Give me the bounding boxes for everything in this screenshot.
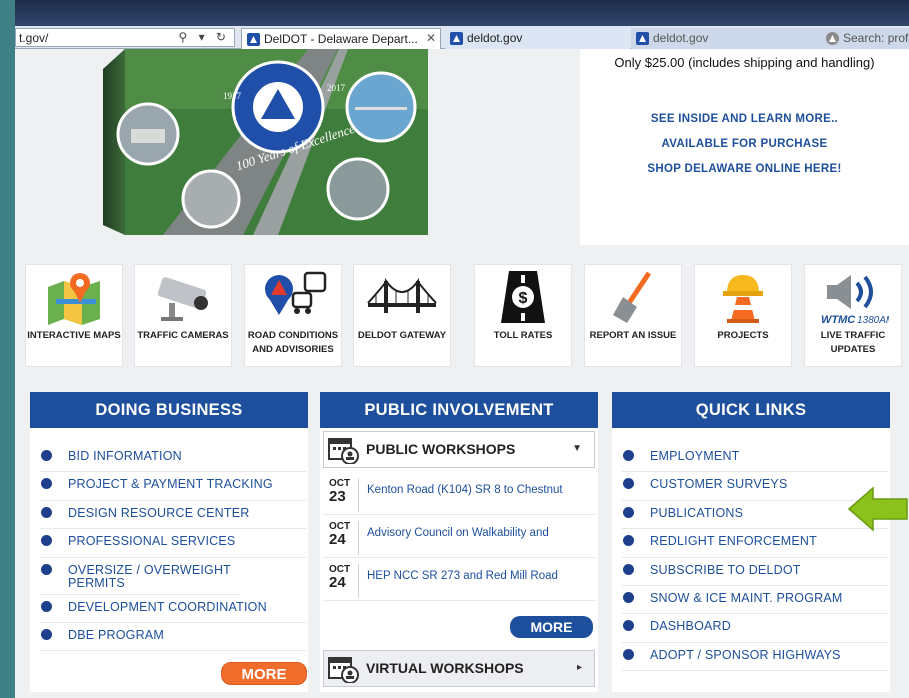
tab-search[interactable]: Search: professi [821, 28, 909, 49]
link-employment[interactable]: EMPLOYMENT [622, 444, 888, 473]
event-day: 24 [329, 574, 346, 591]
event-item[interactable]: OCT 24 HEP NCC SR 273 and Red Mill Road [323, 558, 595, 601]
tile-live-traffic-updates[interactable]: WTMC 1380AM LIVE TRAFFIC UPDATES [804, 264, 902, 367]
see-inside-link[interactable]: SEE INSIDE AND LEARN MORE.. [580, 113, 909, 125]
tab-deldot-3[interactable]: deldot.gov [631, 28, 821, 49]
quick-links-list: EMPLOYMENT CUSTOMER SURVEYS PUBLICATIONS… [622, 444, 888, 672]
link-redlight-enforcement[interactable]: REDLIGHT ENFORCEMENT [622, 529, 888, 558]
centennial-book-image[interactable]: 1917 2017 100 Years of Excellence [103, 49, 428, 235]
tile-label: PROJECTS [717, 330, 769, 341]
tab-title: deldot.gov [467, 31, 523, 45]
brand-1380am: 1380AM [857, 315, 889, 325]
browser-top-bar [15, 0, 909, 26]
price-text: Only $25.00 (includes shipping and handl… [614, 55, 875, 70]
event-date: OCT 24 [329, 521, 359, 555]
doing-business-heading: DOING BUSINESS [30, 392, 308, 428]
public-involvement-more-button[interactable]: MORE [510, 616, 593, 638]
link-dbe-program[interactable]: DBE PROGRAM [40, 623, 306, 652]
tile-toll-rates[interactable]: $ TOLL RATES [474, 264, 572, 367]
chevron-right-icon: ▸ [576, 662, 582, 673]
event-date: OCT 24 [329, 564, 359, 598]
link-bid-information[interactable]: BID INFORMATION [40, 444, 306, 473]
link-professional-services[interactable]: PROFESSIONAL SERVICES [40, 529, 306, 558]
tile-traffic-cameras[interactable]: TRAFFIC CAMERAS [134, 264, 232, 367]
link-subscribe-to-deldot[interactable]: SUBSCRIBE TO DELDOT [622, 558, 888, 586]
link-oversize-overweight-permits[interactable]: OVERSIZE / OVERWEIGHT PERMITS [40, 558, 240, 595]
event-title[interactable]: HEP NCC SR 273 and Red Mill Road [367, 570, 593, 582]
tile-road-conditions[interactable]: ROAD CONDITIONS AND ADVISORIES [244, 264, 342, 367]
tab-deldot-2[interactable]: deldot.gov [445, 28, 630, 49]
deldot-favicon-icon [247, 33, 260, 46]
tile-deldot-gateway[interactable]: DELDOT GATEWAY [353, 264, 451, 367]
doing-business-panel: DOING BUSINESS BID INFORMATION PROJECT &… [30, 392, 308, 692]
close-tab-icon[interactable]: ✕ [426, 31, 436, 45]
deldot-favicon-icon [636, 32, 649, 45]
bridge-icon [367, 277, 437, 313]
tab-deldot-active[interactable]: DelDOT - Delaware Depart... ✕ [241, 28, 441, 49]
doing-business-more-button[interactable]: MORE [221, 662, 307, 685]
event-item[interactable]: OCT 24 Advisory Council on Walkability a… [323, 515, 595, 558]
link-snow-ice-maint-program[interactable]: SNOW & ICE MAINT. PROGRAM [622, 586, 888, 615]
tile-label: REPORT AN ISSUE [589, 330, 677, 341]
event-day: 24 [329, 531, 346, 548]
tab-bar: t.gov/ ⚲ ▾ ↻ DelDOT - Delaware Depart...… [15, 26, 909, 49]
tile-label: TRAFFIC CAMERAS [137, 330, 229, 341]
tab-title: DelDOT - Delaware Depart... [264, 32, 418, 46]
brand-wtmc: WTMC [821, 314, 856, 325]
virtual-workshops-label: VIRTUAL WORKSHOPS [366, 660, 524, 676]
traffic-camera-icon [157, 277, 208, 321]
tile-label: ROAD CONDITIONS AND ADVISORIES [247, 330, 339, 355]
public-workshops-label: PUBLIC WORKSHOPS [366, 441, 516, 457]
tile-projects[interactable]: PROJECTS [694, 264, 792, 367]
tab-title: deldot.gov [653, 31, 709, 45]
address-bar[interactable]: t.gov/ ⚲ ▾ ↻ [15, 28, 235, 47]
link-development-coordination[interactable]: DEVELOPMENT COORDINATION [40, 595, 306, 623]
tile-label: INTERACTIVE MAPS [27, 330, 121, 341]
calendar-people-icon [328, 438, 359, 464]
shovel-icon [613, 271, 652, 323]
event-title[interactable]: Advisory Council on Walkability and [367, 527, 593, 539]
svg-text:$: $ [519, 290, 528, 307]
link-adopt-sponsor-highways[interactable]: ADOPT / SPONSOR HIGHWAYS [622, 643, 888, 672]
public-involvement-panel: PUBLIC INVOLVEMENT PUBLIC WORKSHOPS ▼ OC… [320, 392, 598, 692]
tile-label: LIVE TRAFFIC UPDATES [820, 330, 886, 355]
interactive-maps-icon [48, 273, 100, 325]
link-project-payment-tracking[interactable]: PROJECT & PAYMENT TRACKING [40, 472, 306, 501]
green-arrow-icon [847, 486, 908, 532]
address-text: t.gov/ [19, 31, 49, 45]
book-promo-panel: Only $25.00 (includes shipping and handl… [580, 49, 909, 245]
quick-links-panel: QUICK LINKS EMPLOYMENT CUSTOMER SURVEYS … [612, 392, 890, 692]
event-date: OCT 23 [329, 478, 359, 512]
event-title[interactable]: Kenton Road (K104) SR 8 to Chestnut [367, 484, 593, 496]
toll-road-icon: $ [501, 271, 545, 323]
browser-window: t.gov/ ⚲ ▾ ↻ DelDOT - Delaware Depart...… [15, 0, 909, 698]
tile-label: TOLL RATES [493, 330, 553, 341]
chevron-down-icon: ▼ [572, 443, 582, 454]
event-day: 23 [329, 488, 346, 505]
svg-text:1917: 1917 [223, 91, 242, 101]
public-workshops-dropdown[interactable]: PUBLIC WORKSHOPS ▼ [323, 431, 595, 468]
search-favicon-icon [826, 32, 839, 45]
road-conditions-icon [265, 271, 327, 315]
quick-links-heading: QUICK LINKS [612, 392, 890, 428]
link-design-resource-center[interactable]: DESIGN RESOURCE CENTER [40, 501, 306, 530]
tile-interactive-maps[interactable]: INTERACTIVE MAPS [25, 264, 123, 367]
tile-report-an-issue[interactable]: REPORT AN ISSUE [584, 264, 682, 367]
construction-icon [723, 275, 763, 323]
available-for-purchase-link[interactable]: AVAILABLE FOR PURCHASE [580, 138, 909, 150]
doing-business-list: BID INFORMATION PROJECT & PAYMENT TRACKI… [40, 444, 306, 652]
shop-delaware-link[interactable]: SHOP DELAWARE ONLINE HERE! [580, 163, 909, 175]
public-involvement-heading: PUBLIC INVOLVEMENT [320, 392, 598, 428]
tile-label: DELDOT GATEWAY [357, 330, 447, 341]
search-refresh-icon[interactable]: ⚲ ▾ ↻ [178, 30, 230, 44]
virtual-workshops-dropdown[interactable]: VIRTUAL WORKSHOPS ▸ [323, 650, 595, 687]
calendar-people-icon [328, 657, 359, 683]
svg-text:2017: 2017 [327, 83, 346, 93]
deldot-favicon-icon [450, 32, 463, 45]
event-item[interactable]: OCT 23 Kenton Road (K104) SR 8 to Chestn… [323, 472, 595, 515]
tab-title: Search: professi [843, 31, 909, 45]
radio-speaker-icon: WTMC 1380AM [821, 275, 889, 325]
link-dashboard[interactable]: DASHBOARD [622, 614, 888, 643]
